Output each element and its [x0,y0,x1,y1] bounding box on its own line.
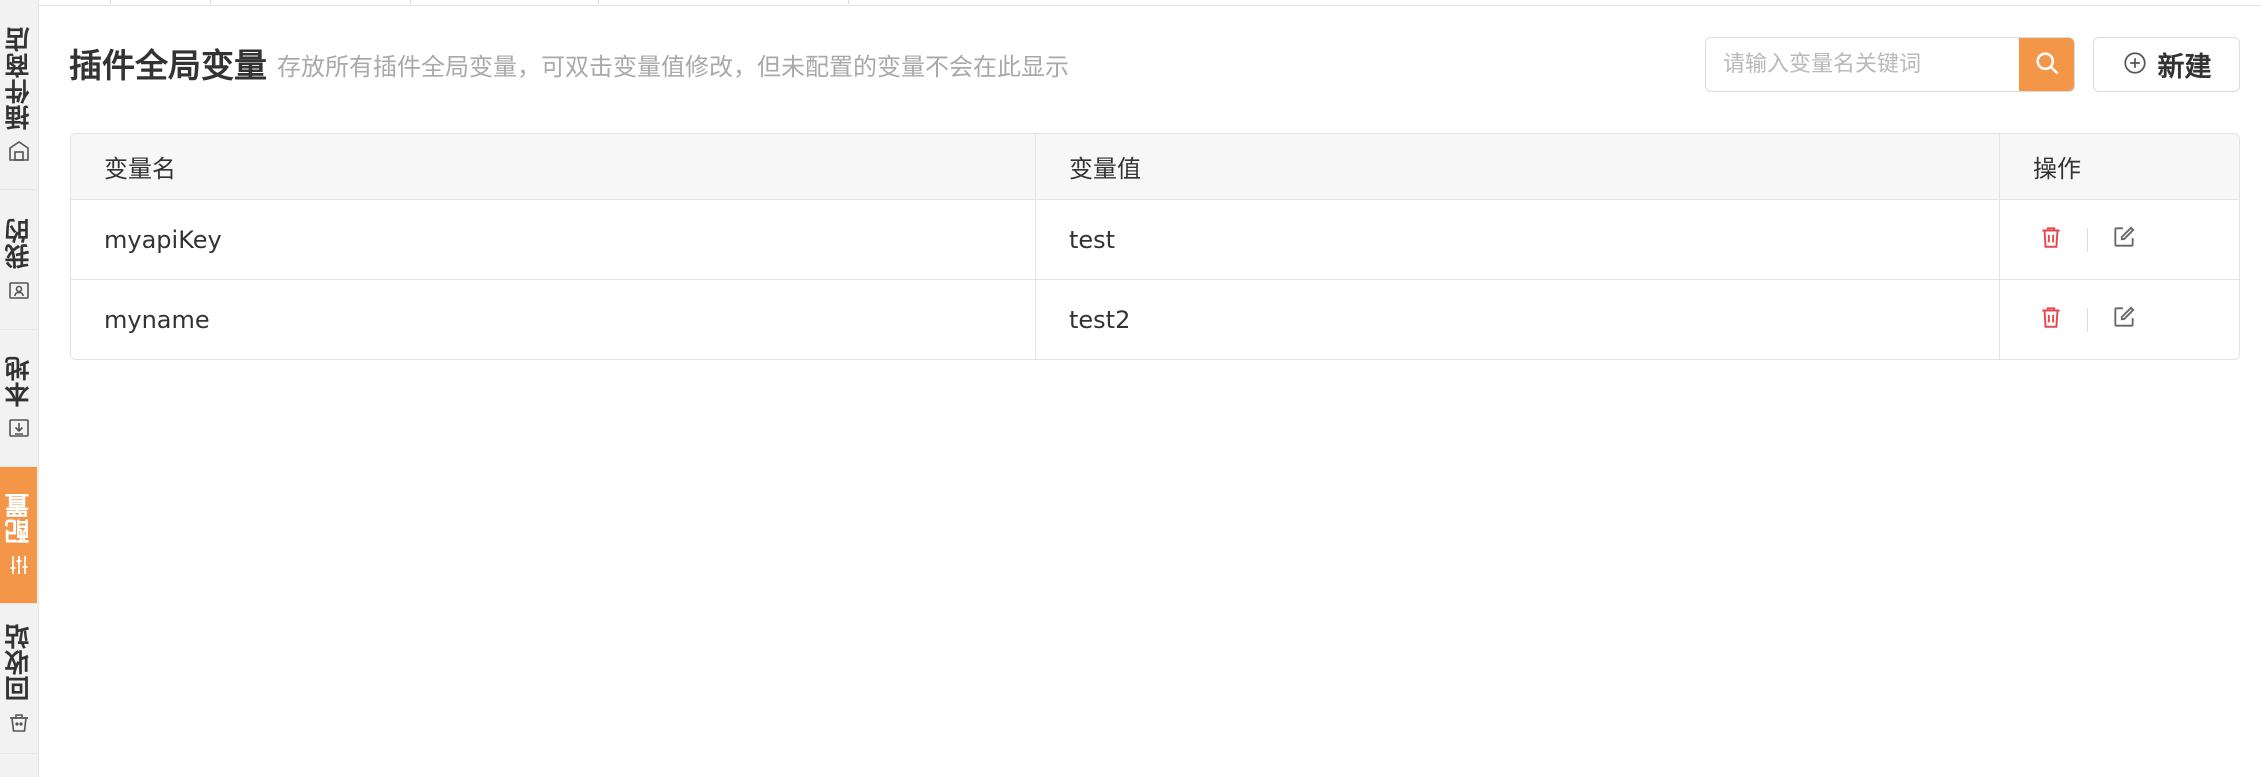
table-header: 变量名 变量值 操作 [71,134,2239,200]
sliders-icon [6,552,32,578]
search-box [1705,37,2075,92]
app-root: 插件商店 我的 本地 配置 回收站 插件全局变量 存放所有插件全局变量，可双击变… [0,0,2261,777]
sidebar-tab-label: 我的 [4,216,33,269]
column-header-name: 变量名 [104,155,176,183]
column-header-actions: 操作 [1999,134,2239,199]
actions-cell [1999,280,2239,359]
sidebar: 插件商店 我的 本地 配置 回收站 [0,0,39,777]
edit-icon [2111,304,2137,336]
row-actions [2033,302,2142,338]
sidebar-tab-label: 回收站 [4,622,33,701]
sidebar-tab-label: 插件商店 [4,25,33,130]
trash-bin-icon [6,709,32,735]
top-tab[interactable] [848,0,849,4]
table-row: myname test2 [71,280,2239,359]
search-icon [2033,49,2061,81]
variable-value-cell[interactable]: test2 [1035,280,1999,359]
action-divider [2087,227,2088,252]
column-header-value: 变量值 [1035,134,1999,199]
top-tab[interactable] [598,0,599,4]
trash-icon [2038,224,2064,256]
sidebar-tab-local[interactable]: 本地 [0,330,37,467]
user-folder-icon [6,277,32,303]
store-icon [6,138,32,164]
search-button[interactable] [2019,38,2074,91]
search-input[interactable] [1706,38,2021,91]
sidebar-tab-mine[interactable]: 我的 [0,190,37,330]
page-description: 存放所有插件全局变量，可双击变量值修改，但未配置的变量不会在此显示 [277,53,1069,81]
row-actions [2033,222,2142,258]
variable-name-cell: myname [104,306,210,334]
top-tab-strip [38,0,2261,6]
sidebar-tab-recycle-bin[interactable]: 回收站 [0,604,37,754]
top-tab[interactable] [110,0,111,4]
sidebar-tab-label: 本地 [4,355,33,407]
edit-icon [2111,224,2137,256]
edit-button[interactable] [2106,222,2142,258]
variable-name-cell: myapiKey [104,225,222,254]
variable-value-cell[interactable]: test [1035,200,1999,279]
top-tab-active[interactable] [210,0,411,4]
delete-button[interactable] [2033,302,2069,338]
new-variable-button[interactable]: 新建 [2093,37,2240,92]
action-divider [2087,308,2088,332]
delete-button[interactable] [2033,222,2069,258]
download-icon [6,415,32,441]
variables-table: 变量名 变量值 操作 myapiKey test myname test2 [70,133,2240,360]
sidebar-tab-config[interactable]: 配置 [0,467,37,604]
plus-circle-icon [2122,50,2148,80]
page-title: 插件全局变量 [69,46,267,85]
edit-button[interactable] [2106,302,2142,338]
sidebar-tab-plugin-store[interactable]: 插件商店 [0,0,37,190]
new-variable-label: 新建 [2157,52,2212,83]
sidebar-tab-label: 配置 [4,492,33,544]
trash-icon [2038,304,2064,336]
actions-cell [1999,200,2239,279]
top-tab[interactable] [410,0,411,4]
table-row: myapiKey test [71,200,2239,280]
